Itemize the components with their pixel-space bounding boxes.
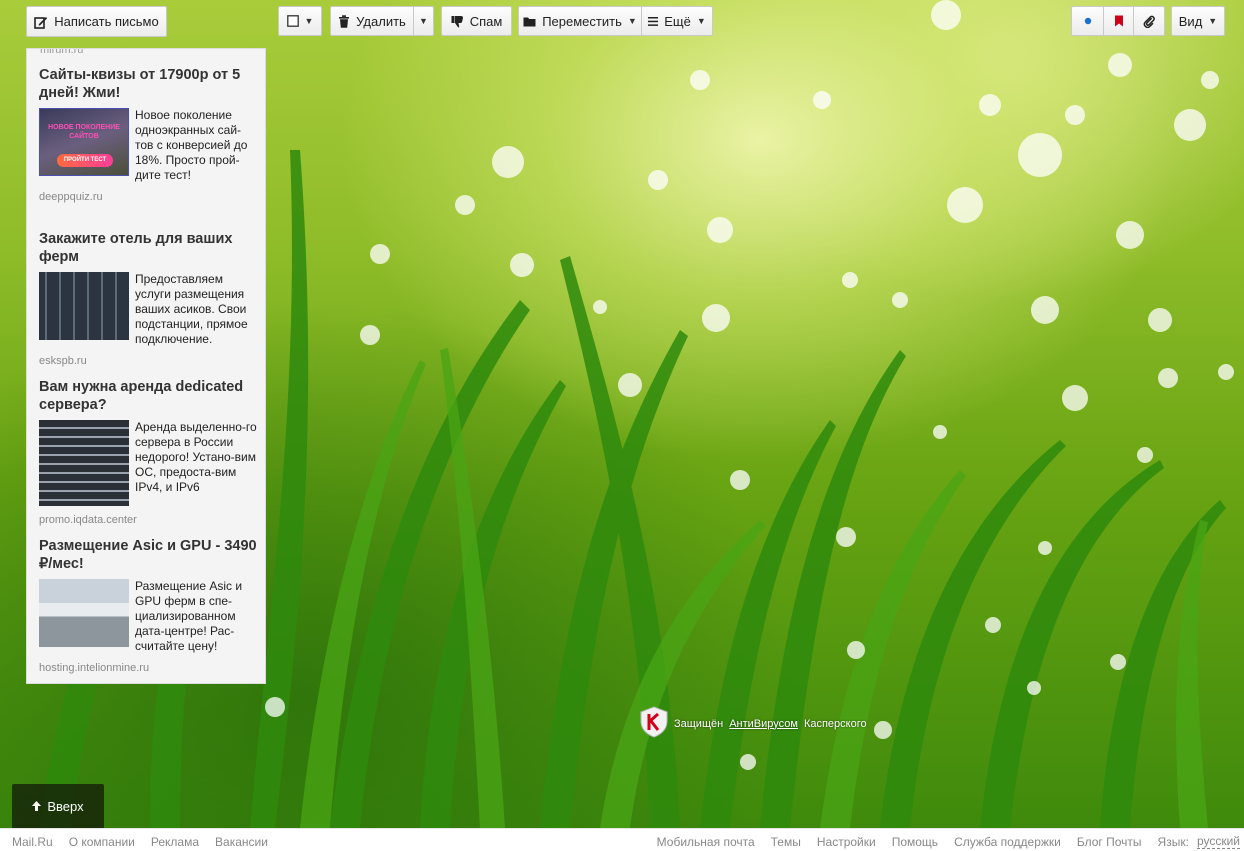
ad-thumb-button: ПРОЙТИ ТЕСТ <box>57 154 113 167</box>
move-button-label: Переместить <box>542 13 622 29</box>
ad-item[interactable]: Закажите отель для ваших ферм Предоставл… <box>39 230 259 367</box>
ad-domain[interactable]: deeppquiz.ru <box>39 191 259 203</box>
delete-button-label: Удалить <box>356 13 406 29</box>
ad-domain[interactable]: promo.iqdata.center <box>39 514 259 526</box>
more-button[interactable]: Ещё ▼ <box>641 6 713 36</box>
ad-title[interactable]: Закажите отель для ваших ферм <box>39 230 259 266</box>
trash-icon <box>338 14 350 28</box>
ad-text[interactable]: Аренда выделенно-го сервера в России нед… <box>135 420 259 506</box>
ad-text[interactable]: Предоставляем услуги размещения ваших ас… <box>135 272 259 347</box>
unread-dot-icon <box>1084 17 1092 25</box>
ad-domain[interactable]: mirum.ru <box>40 49 83 56</box>
filter-unread-button[interactable] <box>1071 6 1104 36</box>
spam-button-label: Спам <box>469 13 503 29</box>
compose-button-label: Написать письмо <box>54 14 159 29</box>
chevron-down-icon: ▼ <box>627 16 637 26</box>
footer-link-help[interactable]: Помощь <box>892 835 938 849</box>
footer-link-settings[interactable]: Настройки <box>817 835 876 849</box>
ad-thumbnail[interactable]: НОВОЕ ПОКОЛЕНИЕ САЙТОВ ПРОЙТИ ТЕСТ <box>39 108 129 176</box>
language-label: Язык: <box>1157 835 1189 849</box>
filter-attachments-button[interactable] <box>1133 6 1165 36</box>
kaspersky-notice: Защищён АнтиВирусом Касперского <box>640 706 867 741</box>
compose-button[interactable]: Написать письмо <box>26 6 167 37</box>
footer-link-mailru[interactable]: Mail.Ru <box>12 835 53 849</box>
delete-dropdown-button[interactable]: ▼ <box>413 6 434 36</box>
ad-item[interactable]: Вам нужна аренда dedicated сервера? Арен… <box>39 378 259 526</box>
ad-domain[interactable]: hosting.intelionmine.ru <box>39 662 259 674</box>
select-all-checkbox-dropdown[interactable]: ▼ <box>278 6 322 36</box>
footer: Mail.Ru О компании Реклама Вакансии Моби… <box>0 828 1244 851</box>
footer-left-links: Mail.Ru О компании Реклама Вакансии <box>12 835 268 849</box>
footer-link-mobile-mail[interactable]: Мобильная почта <box>657 835 755 849</box>
delete-button[interactable]: Удалить <box>330 6 414 36</box>
checkbox-icon <box>286 15 299 27</box>
footer-link-support[interactable]: Служба поддержки <box>954 835 1061 849</box>
ad-title[interactable]: Размещение Asic и GPU - 3490 ₽/мес! <box>39 537 259 573</box>
ad-text[interactable]: Новое поколение одноэкранных сай-тов с к… <box>135 108 259 183</box>
ad-thumbnail[interactable] <box>39 272 129 340</box>
view-button-label: Вид <box>1178 13 1203 29</box>
ad-item[interactable]: Размещение Asic и GPU - 3490 ₽/мес! Разм… <box>39 537 259 674</box>
scroll-up-label: Вверх <box>47 799 84 814</box>
ad-title[interactable]: Вам нужна аренда dedicated сервера? <box>39 378 259 414</box>
ad-thumbnail[interactable] <box>39 579 129 647</box>
ad-text[interactable]: Размещение Asic и GPU ферм в спе-циализи… <box>135 579 259 654</box>
footer-link-blog[interactable]: Блог Почты <box>1077 835 1142 849</box>
ads-panel: mirum.ru Сайты-квизы от 17900р от 5 дней… <box>26 48 266 684</box>
filter-flagged-button[interactable] <box>1103 6 1134 36</box>
kaspersky-suffix: Касперского <box>803 717 867 730</box>
flag-icon <box>1114 15 1124 27</box>
chevron-down-icon: ▼ <box>419 16 428 26</box>
footer-link-ads[interactable]: Реклама <box>151 835 199 849</box>
more-button-label: Ещё <box>664 13 691 29</box>
ad-item[interactable]: Сайты-квизы от 17900р от 5 дней! Жми! НО… <box>39 66 259 203</box>
footer-right-links: Мобильная почта Темы Настройки Помощь Сл… <box>657 835 1240 849</box>
ad-thumb-text: САЙТОВ <box>69 133 99 140</box>
pencil-icon <box>34 15 48 29</box>
footer-link-jobs[interactable]: Вакансии <box>215 835 268 849</box>
scroll-up-button[interactable]: Вверх <box>12 784 104 829</box>
ad-thumb-text: НОВОЕ ПОКОЛЕНИЕ <box>48 124 120 131</box>
chevron-down-icon: ▼ <box>696 16 706 26</box>
language-value[interactable]: русский <box>1196 835 1240 849</box>
kaspersky-shield-icon <box>640 706 668 741</box>
kaspersky-prefix: Защищён <box>674 717 724 730</box>
chevron-down-icon: ▼ <box>1208 16 1218 26</box>
ad-thumbnail[interactable] <box>39 420 129 506</box>
menu-lines-icon <box>648 16 659 26</box>
paperclip-icon <box>1143 15 1155 28</box>
arrow-up-icon <box>32 799 42 814</box>
footer-link-about[interactable]: О компании <box>69 835 135 849</box>
thumbs-down-icon <box>451 15 464 28</box>
ad-title[interactable]: Сайты-квизы от 17900р от 5 дней! Жми! <box>39 66 259 102</box>
kaspersky-link[interactable]: АнтиВирусом <box>729 718 798 730</box>
footer-link-themes[interactable]: Темы <box>771 835 801 849</box>
move-button[interactable]: Переместить ▼ <box>518 6 642 36</box>
chevron-down-icon: ▼ <box>304 16 314 26</box>
folder-icon <box>523 16 536 27</box>
ad-domain[interactable]: eskspb.ru <box>39 355 259 367</box>
language-selector: Язык: русский <box>1158 835 1240 849</box>
spam-button[interactable]: Спам <box>441 6 512 36</box>
view-button[interactable]: Вид ▼ <box>1171 6 1225 36</box>
